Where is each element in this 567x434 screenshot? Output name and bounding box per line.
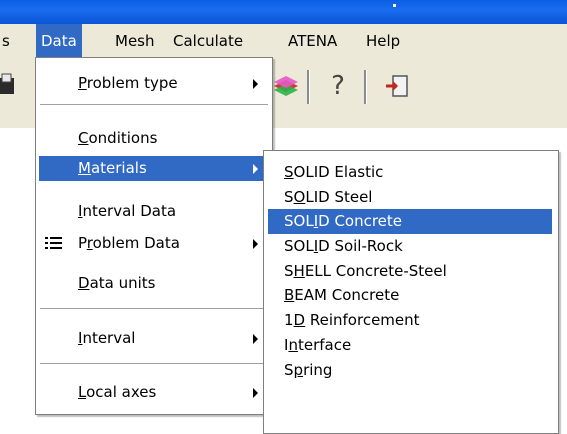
submenu-arrow-icon: [253, 334, 258, 344]
submenu-arrow-icon: [253, 79, 258, 89]
submenu-item-spring[interactable]: Spring: [264, 358, 558, 383]
menu-data[interactable]: Data: [36, 24, 82, 58]
menu-atena[interactable]: ATENA: [283, 24, 342, 58]
data-menu: Problem type Conditions Materials Interv…: [35, 57, 273, 415]
print-icon[interactable]: [0, 72, 16, 98]
menu-item-data-units[interactable]: Data units: [36, 271, 272, 296]
help-icon[interactable]: ?: [327, 70, 349, 102]
menu-help[interactable]: Help: [361, 24, 405, 58]
submenu-arrow-icon: [253, 239, 258, 249]
list-icon: [45, 237, 62, 249]
toolbar-separator: [364, 70, 367, 104]
submenu-item-beam-concrete[interactable]: BEAM Concrete: [264, 283, 558, 308]
menu-bar: s Data Mesh Calculate ATENA Help: [0, 24, 567, 58]
menu-calculate[interactable]: Calculate: [168, 24, 248, 58]
submenu-item-solid-elastic[interactable]: SOLID Elastic: [264, 160, 558, 185]
submenu-item-solid-soil-rock[interactable]: SOLID Soil-Rock: [264, 234, 558, 259]
menu-item-problem-data[interactable]: Problem Data: [36, 231, 272, 256]
menu-item-materials[interactable]: Materials: [39, 156, 269, 181]
menu-mesh[interactable]: Mesh: [110, 24, 160, 58]
window-titlebar: [0, 0, 567, 24]
submenu-item-solid-steel[interactable]: SOLID Steel: [264, 185, 558, 210]
menu-item-conditions[interactable]: Conditions: [36, 126, 272, 151]
menu-separator: [40, 104, 268, 105]
submenu-arrow-icon: [253, 388, 258, 398]
menu-item-interval-data[interactable]: Interval Data: [36, 199, 272, 224]
menu-item-local-axes[interactable]: Local axes: [36, 380, 272, 405]
submenu-item-interface[interactable]: Interface: [264, 333, 558, 358]
layers-icon[interactable]: [272, 72, 300, 100]
materials-submenu: SOLID Elastic SOLID Steel SOLID Concrete…: [263, 150, 559, 434]
menu-partial-item[interactable]: s: [0, 24, 15, 58]
submenu-arrow-icon: [253, 164, 258, 174]
submenu-item-shell-concrete-steel[interactable]: SHELL Concrete-Steel: [264, 259, 558, 284]
toolbar-separator: [307, 70, 310, 104]
submenu-item-solid-concrete[interactable]: SOLID Concrete: [268, 209, 552, 234]
exit-icon[interactable]: [384, 74, 410, 98]
menu-item-interval[interactable]: Interval: [36, 326, 272, 351]
submenu-item-1d-reinforcement[interactable]: 1D Reinforcement: [264, 308, 558, 333]
menu-item-problem-type[interactable]: Problem type: [36, 71, 272, 96]
titlebar-dot: [393, 4, 396, 7]
menu-separator: [40, 363, 268, 364]
menu-separator: [40, 308, 268, 309]
